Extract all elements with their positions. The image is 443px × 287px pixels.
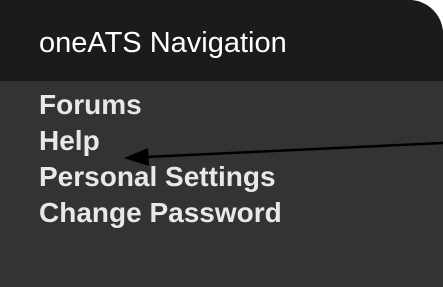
- annotation-arrow-head: [124, 148, 149, 166]
- annotation-arrow-line: [145, 141, 443, 159]
- arrow-left-icon: [124, 141, 443, 166]
